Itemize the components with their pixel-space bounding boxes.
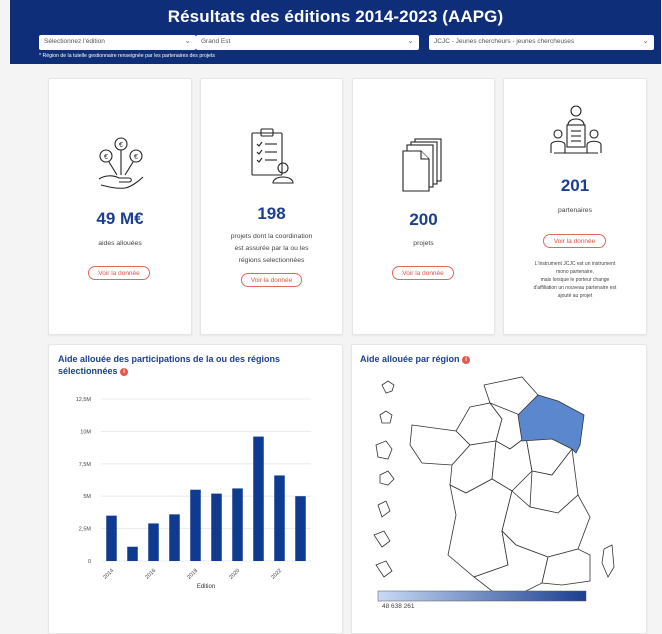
map-region-martinique[interactable]	[379, 410, 393, 424]
header-banner: Résultats des éditions 2014-2023 (AAPG) …	[10, 0, 661, 64]
card-funding: € € € 49 M€ aides allouées Voir la donné…	[48, 78, 192, 335]
card-partners: 201 partenaires Voir la donnée L'instrum…	[503, 78, 647, 335]
map-region-mayotte[interactable]	[377, 500, 391, 518]
view-data-button-funding[interactable]: Voir la donnée	[88, 266, 150, 280]
region-map	[373, 376, 615, 602]
map-region-guyane[interactable]	[375, 440, 393, 460]
color-scale-legend	[377, 590, 587, 602]
y-tick-label: 5M	[83, 494, 91, 500]
page-title: Résultats des éditions 2014-2023 (AAPG)	[167, 7, 504, 26]
bar-2014[interactable]	[106, 515, 117, 561]
projects-value: 200	[409, 210, 438, 229]
partners-label: partenaires	[557, 207, 592, 214]
map-region-polynesie[interactable]	[373, 530, 391, 548]
map-region-reunion[interactable]	[379, 470, 395, 486]
x-axis-label: Edition	[197, 584, 215, 590]
bar-chart-panel: Aide allouée des participations de la ou…	[48, 344, 343, 634]
projects-stack-icon	[402, 138, 442, 192]
edition-select-value: Sélectionnez l'édition	[44, 38, 105, 45]
svg-text:€: €	[119, 142, 123, 149]
partners-meeting-icon	[550, 105, 602, 154]
x-tick-label: 2022	[270, 568, 283, 581]
view-data-button-projects[interactable]: Voir la donnée	[392, 266, 454, 280]
y-tick-label: 2,5M	[79, 527, 92, 533]
chevron-down-icon: ⌄	[407, 36, 414, 45]
y-tick-label: 10M	[80, 429, 91, 435]
chevron-down-icon: ⌄	[184, 36, 191, 45]
y-tick-label: 7,5M	[79, 462, 92, 468]
partners-note-line4: d'affiliation un nouveau partenaire est	[533, 285, 617, 291]
view-data-button-coordination[interactable]: Voir la donnée	[241, 273, 302, 287]
map-region-corse[interactable]	[601, 544, 615, 578]
bar-2019[interactable]	[211, 493, 222, 561]
map-region-guadeloupe[interactable]	[381, 380, 395, 394]
view-data-button-partners[interactable]: Voir la donnée	[543, 234, 606, 248]
svg-text:€: €	[104, 154, 108, 161]
y-tick-label: 0	[88, 559, 91, 565]
svg-text:€: €	[134, 154, 138, 161]
coordination-clipboard-icon	[251, 128, 294, 184]
card-coordination: 198 projets dont la coordination est ass…	[200, 78, 343, 335]
metropole-regions	[409, 376, 615, 596]
coordination-value: 198	[257, 204, 286, 223]
funding-label: aides allouées	[98, 240, 142, 247]
bar-2017[interactable]	[169, 514, 180, 561]
coordination-label-line3: régions selectionnées	[238, 257, 305, 264]
bar-chart: 0 2,5M 5M 7,5M 10M 12,5M 2014 2016 2018 2020 2022 E…	[76, 397, 311, 590]
region-select-value: Grand Est	[201, 38, 231, 45]
x-tick-label: 2016	[144, 568, 157, 581]
coordination-label-line1: projets dont la coordination	[230, 233, 313, 240]
partners-note-line5: ajouté au projet	[557, 293, 593, 299]
bar-2018[interactable]	[190, 489, 201, 561]
instrument-select[interactable]: JCJC - Jeunes chercheurs - jeunes cherch…	[429, 35, 654, 50]
instrument-select-value: JCJC - Jeunes chercheurs - jeunes cherch…	[434, 38, 575, 45]
bar-2015[interactable]	[127, 546, 138, 561]
funding-value: 49 M€	[96, 209, 144, 228]
overseas-territories	[373, 380, 395, 578]
bar-2016[interactable]	[148, 523, 159, 561]
partners-value: 201	[560, 176, 590, 195]
x-tick-label: 2020	[228, 568, 241, 581]
x-tick-label: 2014	[102, 568, 115, 581]
partners-note-line2: mono partenaire,	[556, 269, 594, 275]
bar-2023[interactable]	[295, 496, 306, 561]
card-projects: 200 projets Voir la donnée	[352, 78, 495, 335]
region-note: * Région de la tutelle gestionnaire rens…	[39, 53, 215, 59]
legend-value: 48 638 261	[382, 603, 415, 610]
edition-select[interactable]: Sélectionnez l'édition ⌄	[39, 35, 196, 50]
region-select[interactable]: Grand Est ⌄	[196, 35, 419, 50]
bar-2022[interactable]	[274, 475, 285, 561]
chevron-down-icon: ⌄	[642, 36, 649, 45]
partners-note-line3: mais lorsque le porteur change	[540, 277, 610, 283]
map-panel: Aide allouée par région i 48 638 261	[351, 344, 647, 634]
map-region-nouvelle-caledonie[interactable]	[375, 560, 393, 578]
bar-2020[interactable]	[232, 488, 243, 561]
coordination-label-line2: est assurée par la ou les	[234, 245, 309, 252]
money-hand-icon: € € €	[98, 137, 144, 189]
projects-label: projets	[413, 240, 434, 247]
x-tick-label: 2018	[186, 568, 199, 581]
bar-2021[interactable]	[253, 436, 264, 561]
y-tick-label: 12,5M	[76, 397, 92, 403]
partners-note-line1: L'instrument JCJC est un instrument	[534, 261, 616, 267]
